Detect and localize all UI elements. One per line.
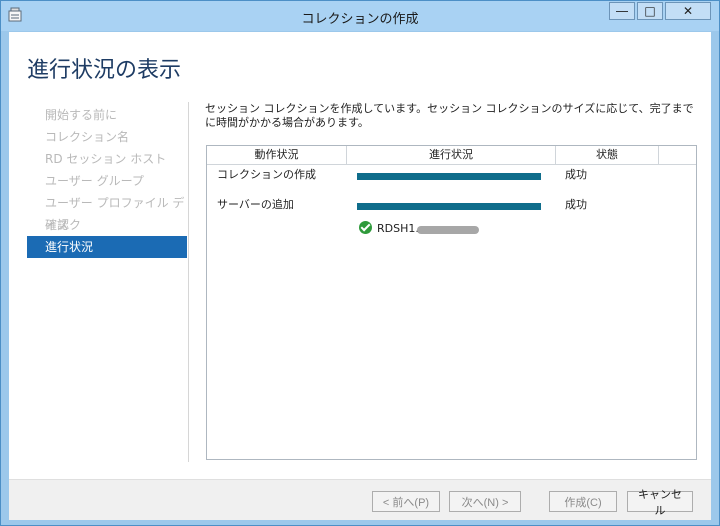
- table-header: 動作状況 進行状況 状態: [207, 146, 696, 165]
- close-button[interactable]: ✕: [665, 2, 711, 20]
- nav-item-collection-name[interactable]: コレクション名: [27, 126, 187, 148]
- server-name: RDSH1.: [377, 222, 419, 235]
- row2-task: サーバーの追加: [217, 198, 294, 211]
- nav-item-before-you-begin[interactable]: 開始する前に: [27, 104, 187, 126]
- nav-item-user-profile-disks[interactable]: ユーザー プロファイル ディスク: [27, 192, 187, 232]
- redacted-server-name: [417, 226, 479, 234]
- row2-status: 成功: [565, 198, 587, 211]
- column-header-progress[interactable]: 進行状況: [347, 146, 556, 164]
- page-title: 進行状況の表示: [27, 58, 182, 83]
- progress-table: 動作状況 進行状況 状態 コレクションの作成 成功 サーバーの追加 成功 RDS…: [206, 145, 697, 460]
- title-bar[interactable]: コレクションの作成 ― □ ✕: [1, 1, 719, 31]
- column-header-status[interactable]: 状態: [556, 146, 659, 164]
- divider: [188, 102, 189, 462]
- next-button[interactable]: 次へ(N) >: [449, 491, 521, 512]
- wizard-navigation: 開始する前に コレクション名 RD セッション ホスト ユーザー グループ ユー…: [27, 104, 187, 258]
- nav-item-user-groups[interactable]: ユーザー グループ: [27, 170, 187, 192]
- create-button[interactable]: 作成(C): [549, 491, 617, 512]
- row1-progress-bar: [357, 173, 541, 180]
- row2-progress-bar: [357, 203, 541, 210]
- back-button[interactable]: < 前へ(P): [372, 491, 440, 512]
- nav-item-rd-session-host[interactable]: RD セッション ホスト: [27, 148, 187, 170]
- progress-description: セッション コレクションを作成しています。セッション コレクションのサイズに応じ…: [205, 102, 694, 129]
- row1-status: 成功: [565, 168, 587, 181]
- maximize-button[interactable]: □: [637, 2, 663, 20]
- nav-item-confirmation[interactable]: 確認: [27, 214, 187, 236]
- dialog-footer: < 前へ(P) 次へ(N) > 作成(C) キャンセル: [9, 479, 711, 520]
- nav-item-progress[interactable]: 進行状況: [27, 236, 187, 258]
- dialog-client-area: 進行状況の表示 開始する前に コレクション名 RD セッション ホスト ユーザー…: [9, 32, 711, 520]
- cancel-button[interactable]: キャンセル: [627, 489, 693, 517]
- column-header-task[interactable]: 動作状況: [207, 146, 347, 164]
- dialog-window: コレクションの作成 ― □ ✕ 進行状況の表示 開始する前に コレクション名 R…: [0, 0, 720, 526]
- check-icon: [359, 221, 372, 234]
- minimize-button[interactable]: ―: [609, 2, 635, 20]
- row1-task: コレクションの作成: [217, 168, 316, 181]
